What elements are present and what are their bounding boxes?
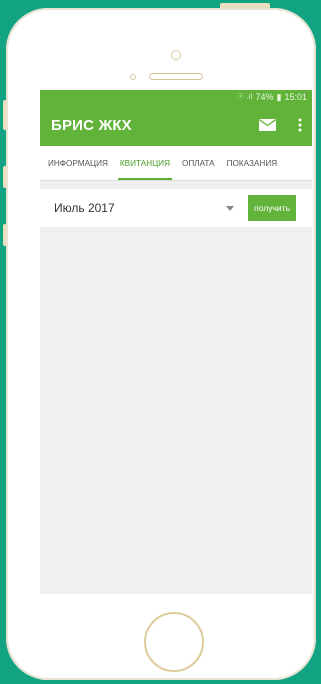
proximity-sensor xyxy=(130,74,136,80)
receipt-controls: Июль 2017 получить xyxy=(40,189,312,227)
tab-payment[interactable]: ОПЛАТА xyxy=(176,146,221,180)
front-camera xyxy=(171,50,181,60)
app-screen: ☉ .ıl 74% ▮ 15:01 БРИС ЖКХ ИНФОРМАЦИЯ КВ… xyxy=(40,90,312,594)
tab-information[interactable]: ИНФОРМАЦИЯ xyxy=(40,146,114,180)
signal-icon: ☉ .ıl xyxy=(236,92,253,101)
more-vertical-icon[interactable] xyxy=(298,118,302,132)
app-title: БРИС ЖКХ xyxy=(51,116,132,134)
phone-frame: ☉ .ıl 74% ▮ 15:01 БРИС ЖКХ ИНФОРМАЦИЯ КВ… xyxy=(6,8,316,680)
get-receipt-button[interactable]: получить xyxy=(248,195,296,221)
battery-icon: ▮ xyxy=(276,92,282,102)
home-button[interactable] xyxy=(144,612,204,672)
app-bar: БРИС ЖКХ xyxy=(40,104,312,146)
tab-readings[interactable]: ПОКАЗАНИЯ xyxy=(221,146,284,180)
mail-icon[interactable] xyxy=(259,119,276,131)
tab-bar: ИНФОРМАЦИЯ КВИТАНЦИЯ ОПЛАТА ПОКАЗАНИЯ xyxy=(40,146,312,181)
earpiece-speaker xyxy=(149,73,203,80)
battery-level: 74% xyxy=(255,92,274,102)
tab-receipt[interactable]: КВИТАНЦИЯ xyxy=(114,146,176,180)
clock: 15:01 xyxy=(284,92,307,102)
dropdown-arrow-icon[interactable] xyxy=(226,205,235,211)
status-bar: ☉ .ıl 74% ▮ 15:01 xyxy=(40,90,312,104)
month-select[interactable]: Июль 2017 xyxy=(54,201,226,215)
